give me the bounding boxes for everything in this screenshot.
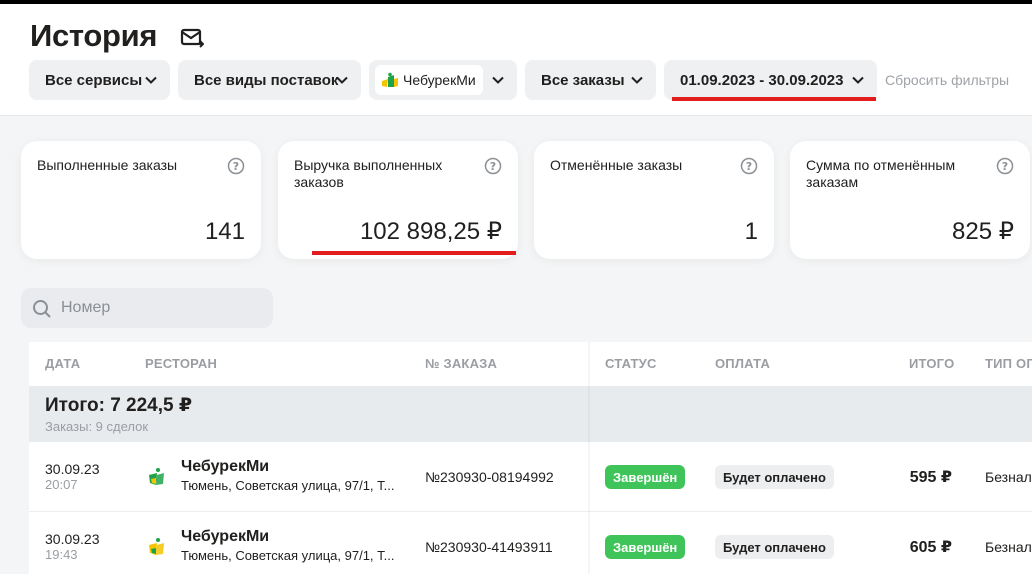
chevron-down-icon xyxy=(631,76,643,84)
row-restaurant-name: ЧебурекМи xyxy=(181,458,270,475)
status-badge: Завершён xyxy=(605,535,686,559)
payment-badge: Будет оплачено xyxy=(715,465,834,489)
col-header-restaurant[interactable]: Ресторан xyxy=(145,356,217,371)
col-header-payment[interactable]: Оплата xyxy=(715,356,770,371)
page-header: История Все сервисы Все виды поставок Че… xyxy=(0,4,1032,116)
card-label: Выполненные заказы xyxy=(37,157,178,173)
card-value: 141 xyxy=(204,218,245,245)
filter-date-range[interactable]: 01.09.2023 - 30.09.2023 xyxy=(664,60,877,100)
filter-supply-label: Все виды поставок xyxy=(194,71,339,89)
col-header-total[interactable]: Итого xyxy=(909,356,954,371)
row-order-number: №230930-41493911 xyxy=(425,539,553,555)
row-payment-type: Безнал xyxy=(985,469,1032,485)
card-value: 1 xyxy=(744,218,758,245)
row-restaurant-address: Тюмень, Советская улица, 97/1, Т... xyxy=(181,548,395,563)
help-icon[interactable]: ? xyxy=(227,157,245,175)
svg-text:?: ? xyxy=(233,160,239,173)
row-total: 605 ₽ xyxy=(909,539,952,556)
restaurant-chip[interactable]: ЧебурекМи xyxy=(375,65,483,95)
card-label: Отменённые заказы xyxy=(550,157,683,173)
row-date: 30.09.23 xyxy=(45,531,100,547)
filter-supply-type[interactable]: Все виды поставок xyxy=(178,60,361,100)
summary-total: Итого: 7 224,5 ₽ xyxy=(45,395,193,416)
search-input[interactable] xyxy=(61,288,261,328)
filter-services[interactable]: Все сервисы xyxy=(29,60,170,100)
card-label: Выручка выполненных заказов xyxy=(294,157,443,190)
col-header-order[interactable]: № заказа xyxy=(425,356,497,371)
svg-text:?: ? xyxy=(746,160,752,173)
row-date: 30.09.23 xyxy=(45,461,100,477)
card-cancelled-sum: Сумма по отменённым заказам ? 825 ₽ xyxy=(790,141,1030,259)
filter-restaurant-label: ЧебурекМи xyxy=(403,72,476,88)
table-row[interactable]: 30.09.23 20:07 ЧебурекМи Тюмень, Советск… xyxy=(29,442,1032,512)
card-cancelled-orders: Отменённые заказы ? 1 xyxy=(534,141,774,259)
row-restaurant-name: ЧебурекМи xyxy=(181,528,270,545)
payment-badge: Будет оплачено xyxy=(715,535,834,559)
search-icon xyxy=(33,300,51,318)
svg-text:?: ? xyxy=(1002,160,1008,173)
chevron-down-icon xyxy=(852,76,864,84)
col-header-date[interactable]: Дата xyxy=(45,356,80,371)
filter-date-label: 01.09.2023 - 30.09.2023 xyxy=(680,71,844,89)
col-header-status[interactable]: Статус xyxy=(605,356,657,371)
card-completed-revenue: Выручка выполненных заказов ? 102 898,25… xyxy=(278,141,518,259)
revenue-highlight-underline xyxy=(312,251,516,255)
card-value: 825 ₽ xyxy=(952,218,1014,245)
restaurant-logo-icon xyxy=(382,72,398,87)
row-time: 20:07 xyxy=(45,477,78,492)
help-icon[interactable]: ? xyxy=(996,157,1014,175)
page-title: История xyxy=(30,18,158,53)
svg-text:?: ? xyxy=(490,160,496,173)
row-restaurant-address: Тюмень, Советская улица, 97/1, Т... xyxy=(181,478,395,493)
filter-services-label: Все сервисы xyxy=(45,71,143,89)
filter-orders-label: Все заказы xyxy=(541,71,625,89)
chevron-down-icon xyxy=(145,76,157,84)
summary-count: Заказы: 9 сделок xyxy=(45,419,149,434)
orders-table: Дата Ресторан № заказа Статус Оплата Ито… xyxy=(29,342,1032,574)
status-badge: Завершён xyxy=(605,465,686,489)
restaurant-logo-icon xyxy=(149,468,164,485)
row-time: 19:43 xyxy=(45,547,78,562)
chevron-down-icon xyxy=(492,76,504,84)
summary-row: Итого: 7 224,5 ₽ Заказы: 9 сделок xyxy=(29,386,1032,442)
row-total: 595 ₽ xyxy=(909,469,952,486)
filter-restaurant[interactable]: ЧебурекМи xyxy=(369,60,517,100)
table-row[interactable]: 30.09.23 19:43 ЧебурекМи Тюмень, Советск… xyxy=(29,512,1032,574)
mail-export-icon[interactable] xyxy=(180,27,204,49)
sticky-column-shadow xyxy=(588,342,591,574)
card-completed-orders: Выполненные заказы ? 141 xyxy=(21,141,261,259)
date-highlight-underline xyxy=(672,97,876,101)
chevron-down-icon xyxy=(336,76,348,84)
row-order-number: №230930-08194992 xyxy=(425,469,554,485)
card-value: 102 898,25 ₽ xyxy=(359,218,502,245)
restaurant-logo-icon xyxy=(149,538,164,555)
help-icon[interactable]: ? xyxy=(740,157,758,175)
help-icon[interactable]: ? xyxy=(484,157,502,175)
filter-orders[interactable]: Все заказы xyxy=(525,60,656,100)
reset-filters-link[interactable]: Сбросить фильтры xyxy=(885,72,1009,88)
row-payment-type: Безнал xyxy=(985,539,1032,555)
search-box xyxy=(21,288,273,328)
col-header-payment-type[interactable]: Тип оп xyxy=(985,356,1032,371)
card-label: Сумма по отменённым заказам xyxy=(806,157,956,190)
